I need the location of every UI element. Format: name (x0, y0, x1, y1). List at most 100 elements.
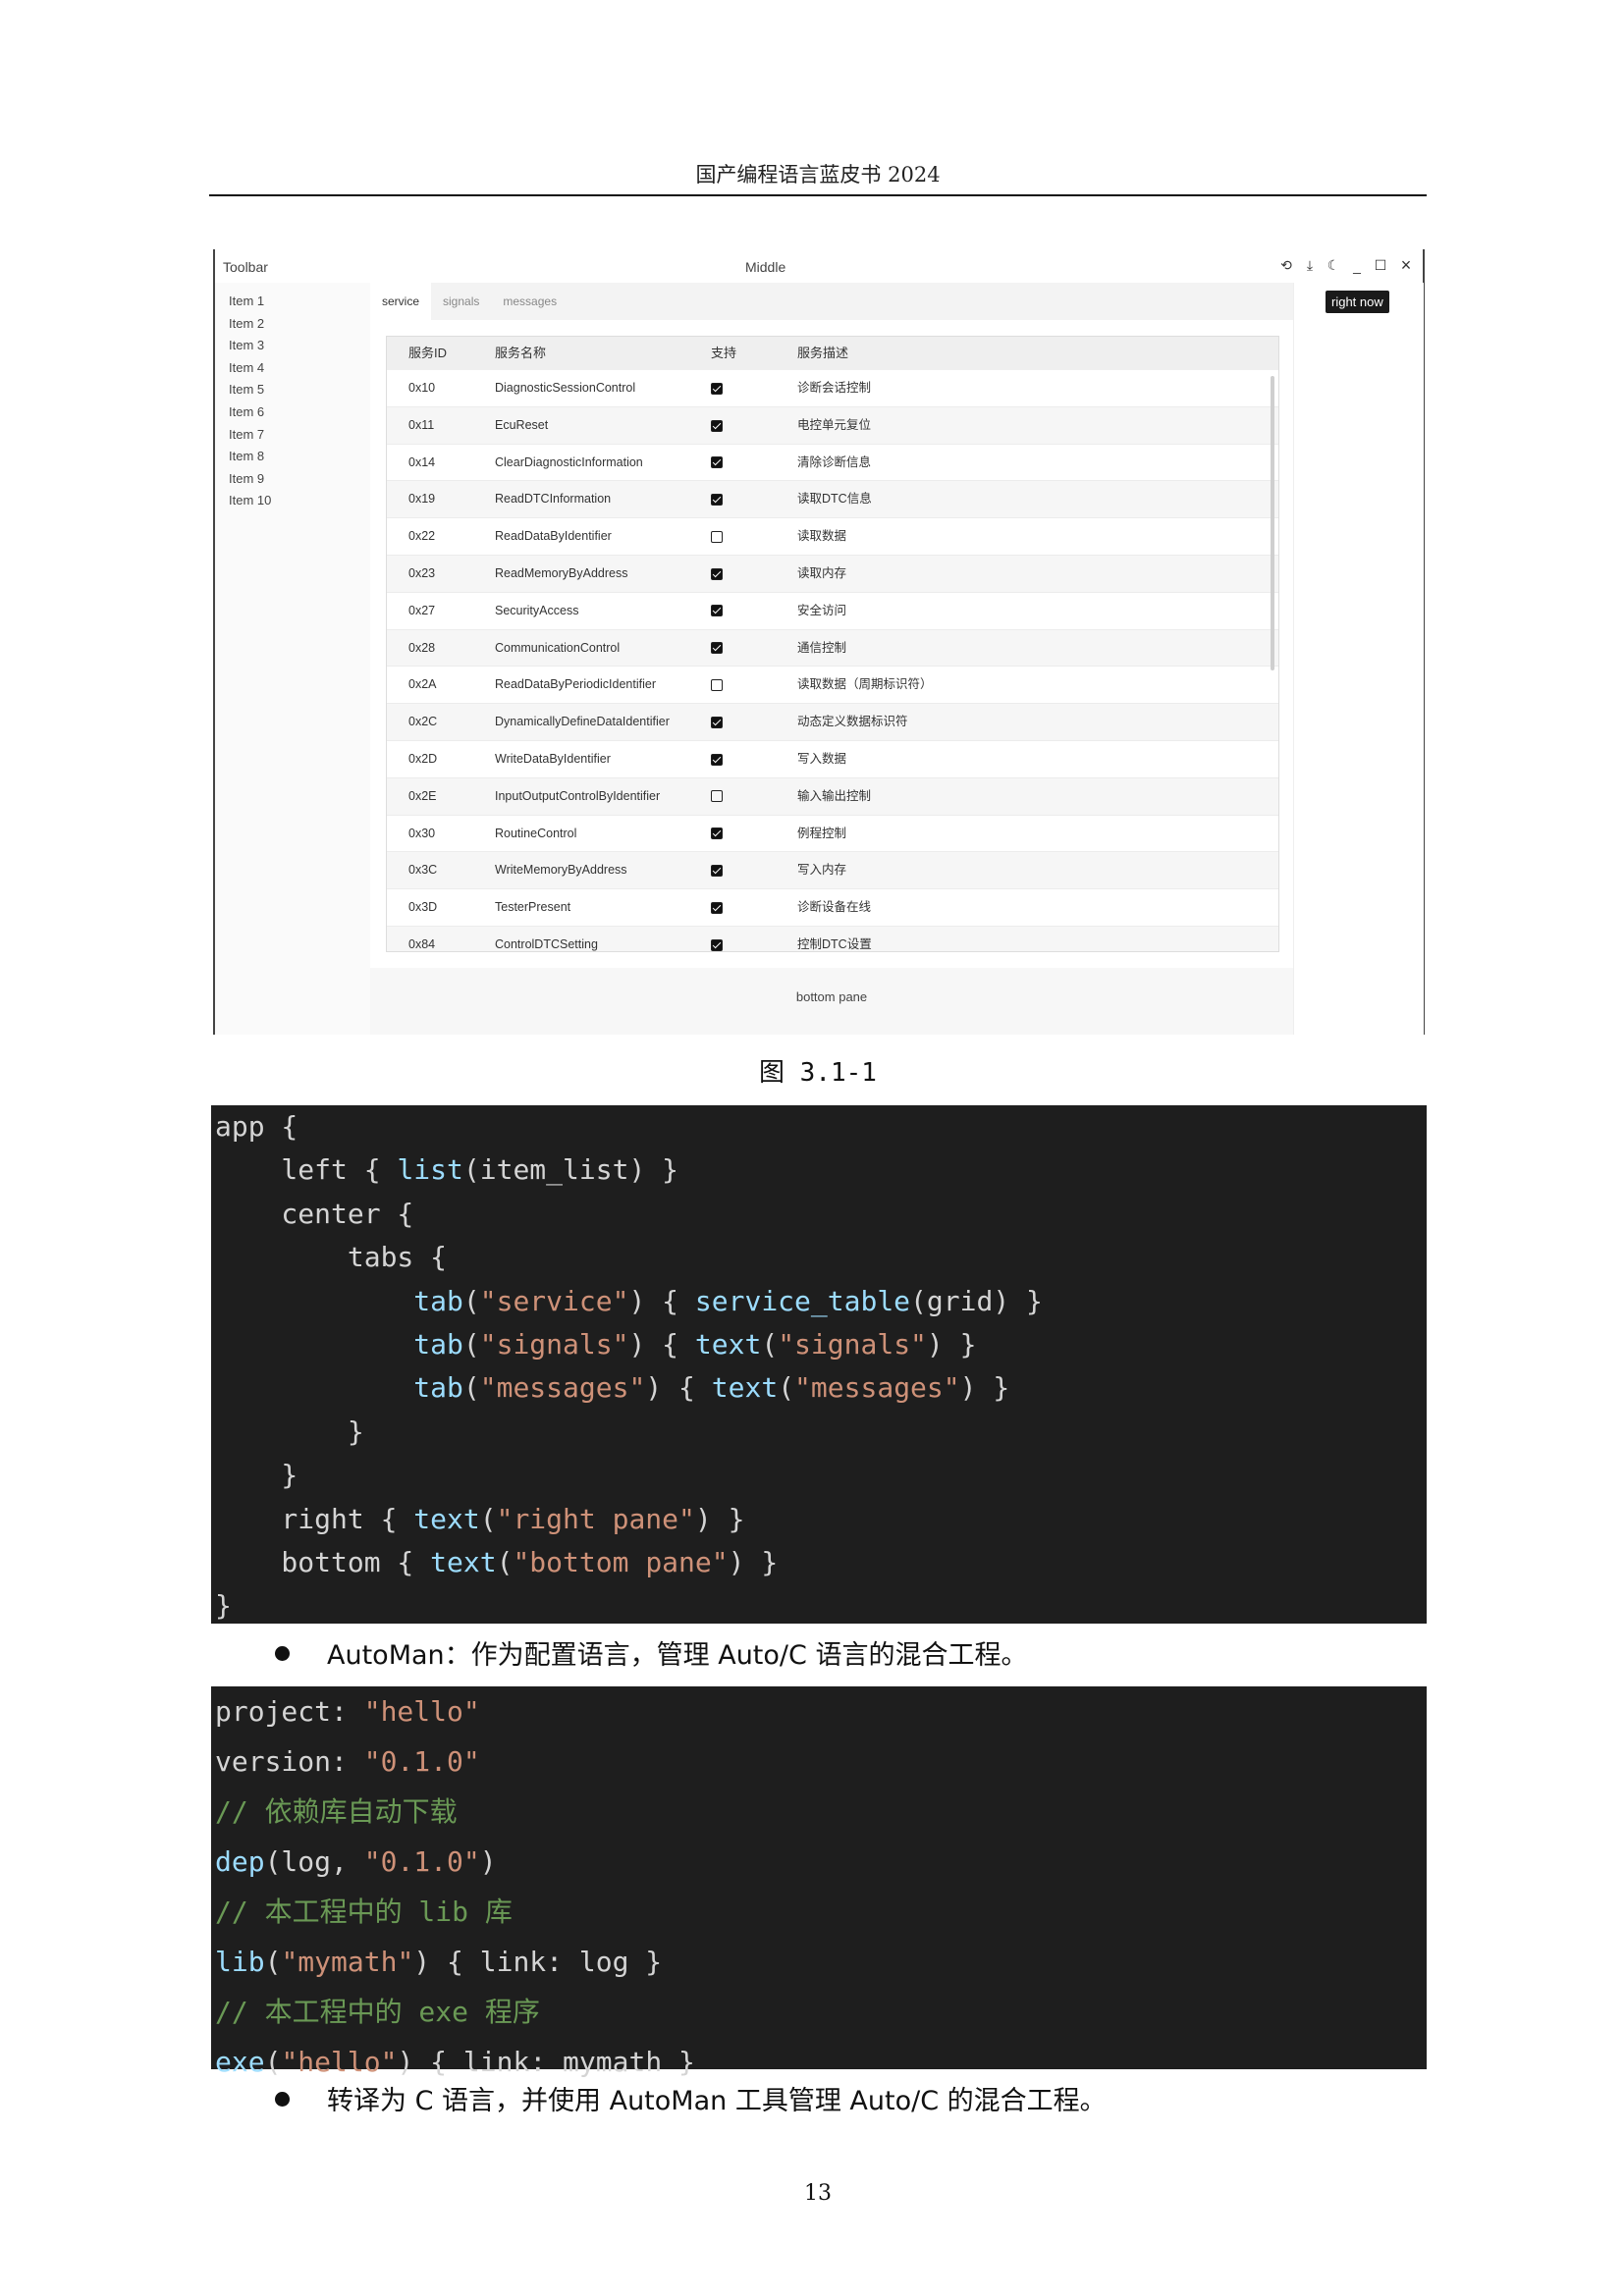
support-checkbox[interactable] (711, 679, 723, 692)
table-row[interactable]: 0x28 CommunicationControl 通信控制 (387, 629, 1278, 667)
cell-description: 清除诊断信息 (797, 454, 872, 469)
cell-support (711, 630, 797, 667)
support-checkbox[interactable] (711, 901, 723, 914)
cell-service-name: EcuReset (495, 417, 549, 432)
tab-signals[interactable]: signals (431, 283, 491, 320)
table-row[interactable]: 0x3D TesterPresent 诊断设备在线 (387, 889, 1278, 927)
cell-support (711, 593, 797, 629)
cell-support (711, 407, 797, 444)
list-item[interactable]: Item 3 (215, 335, 370, 357)
list-item[interactable]: Item 9 (215, 468, 370, 491)
support-checkbox[interactable] (711, 530, 723, 543)
bullet-automan: AutoMan：作为配置语言，管理 Auto/C 语言的混合工程。 (275, 1633, 1027, 1672)
list-item[interactable]: Item 7 (215, 424, 370, 447)
table-row[interactable]: 0x23 ReadMemoryByAddress 读取内存 (387, 555, 1278, 593)
cell-support (711, 704, 797, 740)
support-checkbox[interactable] (711, 642, 723, 655)
cell-service-name: RoutineControl (495, 826, 577, 840)
title-bar: Toolbar Middle ⟲ ⤓ ☾ _ ☐ × (215, 249, 1423, 283)
cell-support (711, 927, 797, 951)
cell-service-id: 0x2C (408, 715, 438, 729)
list-item[interactable]: Item 8 (215, 446, 370, 468)
refresh-icon[interactable]: ⟲ (1279, 257, 1293, 274)
table-row[interactable]: 0x84 ControlDTCSetting 控制DTC设置 (387, 926, 1278, 951)
cell-description: 读取数据 (797, 529, 847, 544)
right-now-button[interactable]: right now (1326, 291, 1389, 313)
support-checkbox[interactable] (711, 382, 723, 395)
table-row[interactable]: 0x11 EcuReset 电控单元复位 (387, 406, 1278, 445)
table-row[interactable]: 0x3C WriteMemoryByAddress 写入内存 (387, 852, 1278, 890)
cell-service-id: 0x30 (408, 826, 436, 840)
cell-description: 动态定义数据标识符 (797, 715, 908, 729)
support-checkbox[interactable] (711, 753, 723, 766)
table-row[interactable]: 0x2E InputOutputControlByIdentifier 输入输出控制 (387, 777, 1278, 816)
download-icon[interactable]: ⤓ (1303, 257, 1317, 274)
cell-support (711, 667, 797, 703)
support-checkbox[interactable] (711, 419, 723, 432)
tab-service[interactable]: service (370, 283, 432, 320)
table-row[interactable]: 0x22 ReadDataByIdentifier 读取数据 (387, 518, 1278, 556)
list-item[interactable]: Item 1 (215, 291, 370, 313)
cell-description: 读取内存 (797, 565, 847, 580)
cell-service-name: InputOutputControlByIdentifier (495, 788, 661, 803)
support-checkbox[interactable] (711, 865, 723, 878)
cell-service-name: ControlDTCSetting (495, 936, 598, 951)
list-item[interactable]: Item 10 (215, 490, 370, 512)
cell-service-id: 0x3C (408, 863, 438, 878)
support-checkbox[interactable] (711, 938, 723, 951)
code-line: right { text("right pane") } (215, 1502, 745, 1535)
list-item[interactable]: Item 5 (215, 379, 370, 401)
code-line: tab("signals") { text("signals") } (413, 1327, 977, 1361)
cell-description: 控制DTC设置 (797, 936, 872, 951)
code-line: lib("mymath") { link: log } (215, 1946, 663, 1978)
table-row[interactable]: 0x2A ReadDataByPeriodicIdentifier 读取数据（周期标… (387, 667, 1278, 705)
maximize-icon[interactable]: ☐ (1374, 257, 1387, 274)
code-comment: // 本工程中的 lib 库 (215, 1896, 513, 1928)
cell-service-name: DiagnosticSessionControl (495, 381, 636, 395)
minimize-icon[interactable]: _ (1350, 258, 1364, 274)
support-checkbox[interactable] (711, 790, 723, 803)
table-row[interactable]: 0x14 ClearDiagnosticInformation 清除诊断信息 (387, 445, 1278, 482)
table-row[interactable]: 0x2C DynamicallyDefineDataIdentifier 动态定义数… (387, 704, 1278, 741)
support-checkbox[interactable] (711, 605, 723, 617)
tab-bar: service signals messages (370, 283, 1293, 320)
support-checkbox[interactable] (711, 828, 723, 840)
list-item[interactable]: Item 2 (215, 313, 370, 336)
code-line: left { list(item_list) } (215, 1153, 679, 1187)
cell-support (711, 741, 797, 777)
code-line: } (215, 1459, 298, 1492)
theme-toggle-icon[interactable]: ☾ (1326, 257, 1340, 274)
table-row[interactable]: 0x2D WriteDataByIdentifier 写入数据 (387, 741, 1278, 778)
table-row[interactable]: 0x30 RoutineControl 例程控制 (387, 816, 1278, 853)
table-row[interactable]: 0x10 DiagnosticSessionControl 诊断会话控制 (387, 370, 1278, 407)
cell-service-name: DynamicallyDefineDataIdentifier (495, 715, 670, 729)
cell-description: 诊断设备在线 (797, 900, 872, 915)
table-row[interactable]: 0x19 ReadDTCInformation 读取DTC信息 (387, 481, 1278, 519)
cell-service-name: CommunicationControl (495, 640, 621, 655)
table-scrollbar[interactable] (1271, 376, 1274, 670)
cell-service-id: 0x2E (408, 788, 437, 803)
table-row[interactable]: 0x27 SecurityAccess 安全访问 (387, 593, 1278, 630)
tab-messages[interactable]: messages (491, 283, 568, 320)
cell-service-id: 0x84 (408, 936, 436, 951)
support-checkbox[interactable] (711, 456, 723, 469)
cell-support (711, 778, 797, 815)
code-line: app { (215, 1110, 298, 1143)
table-header: 服务ID 服务名称 支持 服务描述 (387, 337, 1278, 370)
support-checkbox[interactable] (711, 567, 723, 580)
page-header: 国产编程语言蓝皮书 2024 (695, 163, 941, 187)
code-comment: // 依赖库自动下载 (215, 1795, 458, 1828)
close-icon[interactable]: × (1397, 255, 1415, 276)
cell-service-id: 0x23 (408, 565, 436, 580)
right-pane: right now (1293, 283, 1424, 1035)
support-checkbox[interactable] (711, 716, 723, 728)
code-comment: // 本工程中的 exe 程序 (215, 1996, 540, 2028)
bullet-dot (275, 1646, 290, 1661)
cell-description: 通信控制 (797, 640, 847, 655)
cell-description: 读取数据（周期标识符） (797, 677, 933, 692)
support-checkbox[interactable] (711, 494, 723, 507)
cell-description: 读取DTC信息 (797, 492, 872, 507)
header-description: 服务描述 (797, 346, 849, 360)
list-item[interactable]: Item 6 (215, 401, 370, 424)
list-item[interactable]: Item 4 (215, 357, 370, 380)
